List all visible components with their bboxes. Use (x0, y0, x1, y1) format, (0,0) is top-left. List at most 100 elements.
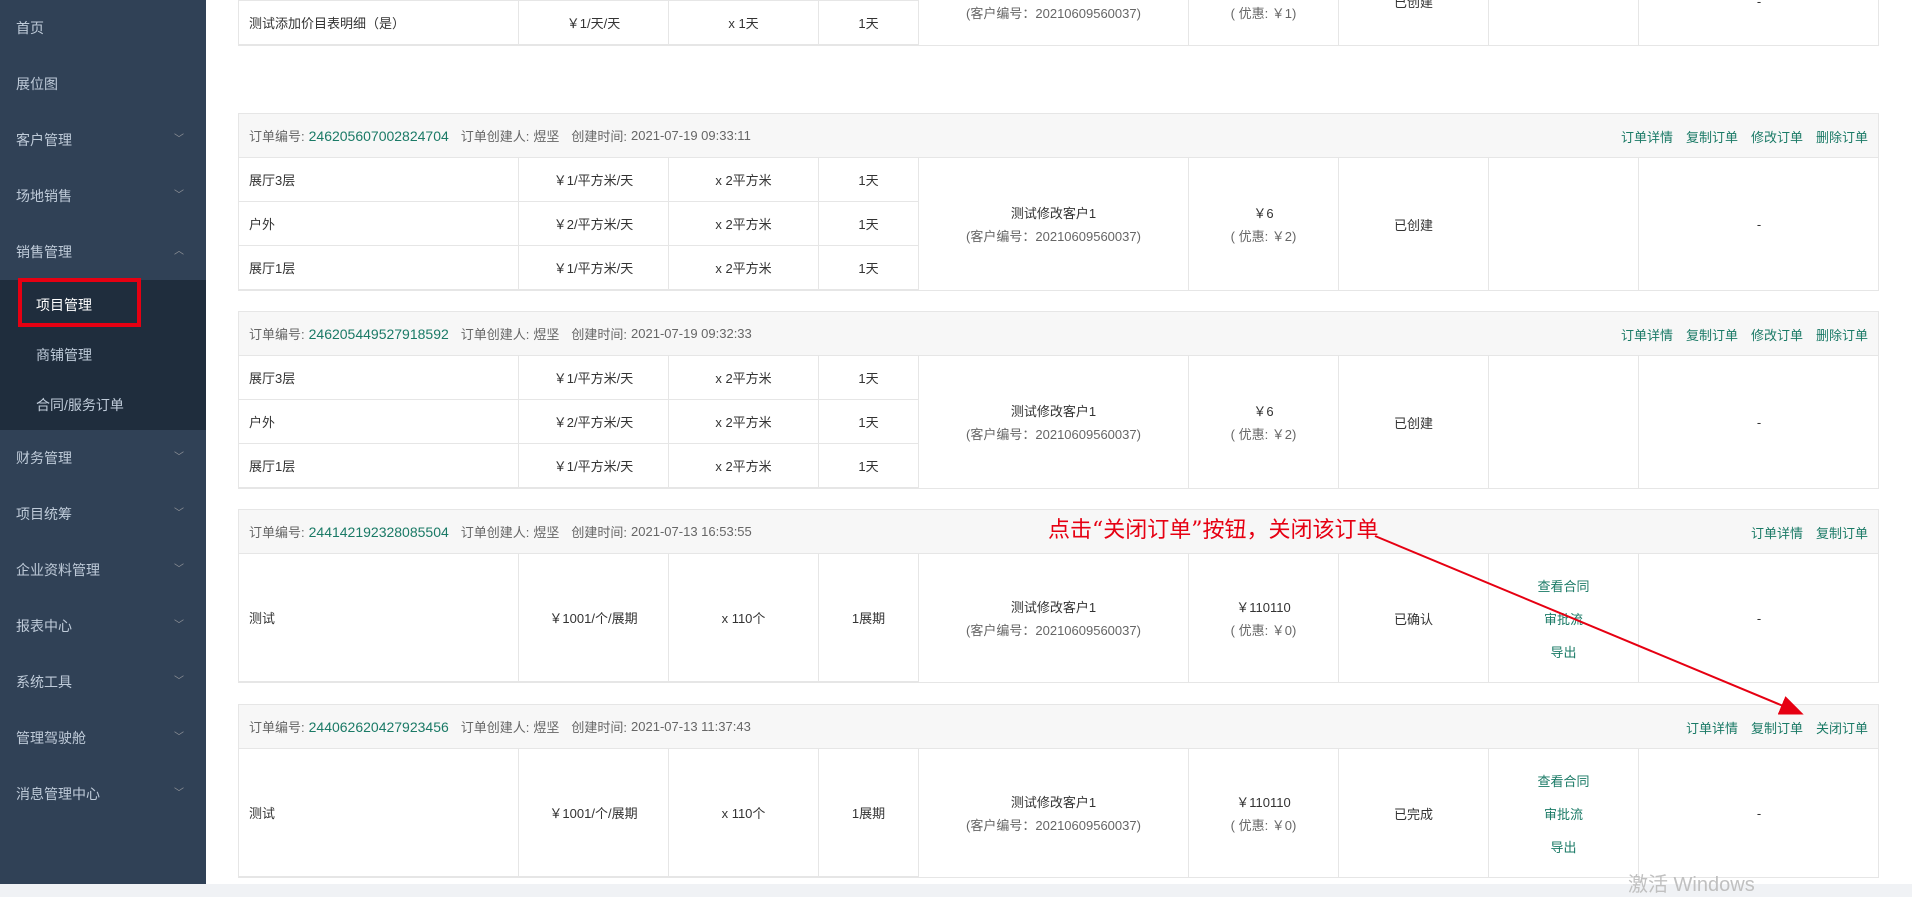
nav-enterprise-data[interactable]: 企业资料管理 ﹀ (0, 542, 206, 598)
customer-code: (客户编号：20210609560037) (966, 229, 1141, 244)
approval-flow-link[interactable]: 审批流 (1544, 804, 1583, 823)
sub-item-shop-management[interactable]: 商铺管理 (0, 330, 206, 380)
copy-order-link[interactable]: 复制订单 (1751, 718, 1803, 737)
order-detail-link[interactable]: 订单详情 (1751, 523, 1803, 542)
created-at-label: 创建时间: (571, 525, 628, 540)
total-price: ￥110110 (1236, 600, 1291, 615)
status-cell: 已创建 (1339, 356, 1489, 488)
delete-order-link[interactable]: 删除订单 (1816, 325, 1868, 344)
order-body: 展厅3层 ￥1/平方米/天 x 2平方米 1天 户外 ￥2/平方米/天 x 2平方米 1天 展厅… (239, 356, 1878, 488)
order-body: 测试 ￥1001/个/展期 x 110个 1展期 测试修改客户1 (客户编号：202106… (239, 749, 1878, 877)
quantity: x 2平方米 (669, 356, 819, 399)
nav-report-center[interactable]: 报表中心 ﹀ (0, 598, 206, 654)
nav-project-planning[interactable]: 项目统筹 ﹀ (0, 486, 206, 542)
order-detail-link[interactable]: 订单详情 (1686, 718, 1738, 737)
order-detail-link[interactable]: 订单详情 (1621, 127, 1673, 146)
view-contract-link[interactable]: 查看合同 (1537, 771, 1589, 790)
created-at-label: 创建时间: (571, 129, 628, 144)
export-link[interactable]: 导出 (1550, 837, 1576, 856)
nav-customer-management[interactable]: 客户管理 ﹀ (0, 112, 206, 168)
sub-item-contract-service-order[interactable]: 合同/服务订单 (0, 380, 206, 430)
nav-finance[interactable]: 财务管理 ﹀ (0, 430, 206, 486)
delete-order-link[interactable]: 删除订单 (1816, 127, 1868, 146)
view-contract-link[interactable]: 查看合同 (1537, 576, 1589, 595)
chevron-up-icon: ︿ (174, 246, 184, 257)
table-row: 展厅3层 ￥1/平方米/天 x 2平方米 1天 (239, 158, 919, 202)
table-row: 测试 ￥1001/个/展期 x 110个 1展期 (239, 749, 919, 877)
quantity: x 1天 (669, 1, 819, 44)
nav-system-tools[interactable]: 系统工具 ﹀ (0, 654, 206, 710)
discount: ( 优惠: ￥2) (1230, 427, 1297, 442)
chevron-down-icon: ﹀ (174, 508, 184, 519)
nav-home[interactable]: 首页 (0, 0, 206, 56)
customer-cell: 测试修改客户1 (客户编号：20210609560037) (919, 158, 1189, 290)
creator-label: 订单创建人: (460, 720, 530, 735)
order-detail-link[interactable]: 订单详情 (1621, 325, 1673, 344)
windows-watermark: 激活 Windows (1628, 874, 1755, 896)
order-status: 已创建 (1393, 415, 1433, 431)
operations-cell (1489, 158, 1639, 290)
discount: ( 优惠: ￥2) (1230, 229, 1297, 244)
creator-label: 订单创建人: (460, 525, 530, 540)
order-number: 246205449527918592 (308, 325, 449, 342)
main-content: 服务费明细￥100/个/天x 2个1天测试添加价目表明细（是）￥1/天/天x 1… (206, 0, 1912, 884)
remark-cell: - (1639, 554, 1879, 682)
chevron-down-icon: ﹀ (174, 732, 184, 743)
customer-name: 测试修改客户1 (1010, 600, 1097, 615)
approval-flow-link[interactable]: 审批流 (1544, 609, 1583, 628)
order-card: 订单编号: 246205449527918592 订单创建人: 煜坚 创建时间: 2021… (238, 311, 1879, 489)
order-header: 订单编号: 244062620427923456 订单创建人: 煜坚 创建时间: 2021… (239, 705, 1878, 749)
copy-order-link[interactable]: 复制订单 (1816, 523, 1868, 542)
quantity: x 2平方米 (669, 158, 819, 201)
copy-order-link[interactable]: 复制订单 (1686, 325, 1738, 344)
customer-cell: 测试修改客户1 (客户编号：20210609560037) (919, 554, 1189, 682)
table-row: 展厅1层 ￥1/平方米/天 x 2平方米 1天 (239, 246, 919, 290)
status-cell: 已完成 (1339, 749, 1489, 877)
remark: - (1756, 610, 1762, 626)
item-name: 展厅3层 (239, 158, 519, 201)
customer-name: 测试修改客户1 (1010, 404, 1097, 419)
table-row: 测试添加价目表明细（是） ￥1/天/天 x 1天 1天 (239, 1, 919, 45)
unit-price: ￥1001/个/展期 (519, 554, 669, 681)
created-at-label: 创建时间: (571, 720, 628, 735)
edit-order-link[interactable]: 修改订单 (1751, 127, 1803, 146)
order-body: 测试 ￥1001/个/展期 x 110个 1展期 测试修改客户1 (客户编号：202106… (239, 554, 1878, 682)
order-status: 已创建 (1393, 217, 1433, 233)
chevron-down-icon: ﹀ (174, 620, 184, 631)
order-no-label: 订单编号: (249, 525, 305, 540)
close-order-link[interactable]: 关闭订单 (1816, 718, 1868, 737)
created-at-value: 2021-07-13 11:37:43 (631, 719, 751, 734)
remark: - (1756, 805, 1762, 821)
copy-order-link[interactable]: 复制订单 (1686, 127, 1738, 146)
unit-price: ￥1/平方米/天 (519, 444, 669, 487)
nav-message-center[interactable]: 消息管理中心 ﹀ (0, 766, 206, 822)
nav-booth-map[interactable]: 展位图 (0, 56, 206, 112)
remark: - (1756, 216, 1762, 232)
nav-management-cockpit[interactable]: 管理驾驶舱 ﹀ (0, 710, 206, 766)
status-cell: 已创建 (1339, 158, 1489, 290)
duration: 1展期 (819, 554, 919, 681)
instruction-annotation: 点击“关闭订单”按钮，关闭该订单 (1048, 518, 1379, 543)
order-actions: 订单详情 复制订单 修改订单 删除订单 (1608, 114, 1868, 158)
creator-name: 煜坚 (533, 525, 560, 540)
status-cell: 已确认 (1339, 554, 1489, 682)
order-card: 订单编号: 246205607002824704 订单创建人: 煜坚 创建时间: 2021… (238, 113, 1879, 291)
chevron-down-icon: ﹀ (174, 190, 184, 201)
discount: ( 优惠: ￥0) (1230, 623, 1297, 638)
edit-order-link[interactable]: 修改订单 (1751, 325, 1803, 344)
total-price: ￥6 (1253, 404, 1274, 419)
sub-item-project-management[interactable]: 项目管理 (0, 280, 206, 330)
quantity: x 2平方米 (669, 444, 819, 487)
total-price: ￥110110 (1236, 795, 1291, 810)
unit-price: ￥2/平方米/天 (519, 400, 669, 443)
price-cell: ￥202( 优惠: ￥1) (1189, 0, 1339, 45)
export-link[interactable]: 导出 (1550, 642, 1576, 661)
order-body: 展厅3层 ￥1/平方米/天 x 2平方米 1天 户外 ￥2/平方米/天 x 2平方米 1天 展厅… (239, 158, 1878, 290)
duration: 1展期 (819, 749, 919, 876)
nav-sales-management[interactable]: 销售管理 ︿ (0, 224, 206, 280)
creator-label: 订单创建人: (460, 129, 530, 144)
nav-venue-sales[interactable]: 场地销售 ﹀ (0, 168, 206, 224)
price-cell: ￥6 ( 优惠: ￥2) (1189, 158, 1339, 290)
order-header: 订单编号: 246205607002824704 订单创建人: 煜坚 创建时间: 2021… (239, 114, 1878, 158)
duration: 1天 (819, 246, 919, 289)
